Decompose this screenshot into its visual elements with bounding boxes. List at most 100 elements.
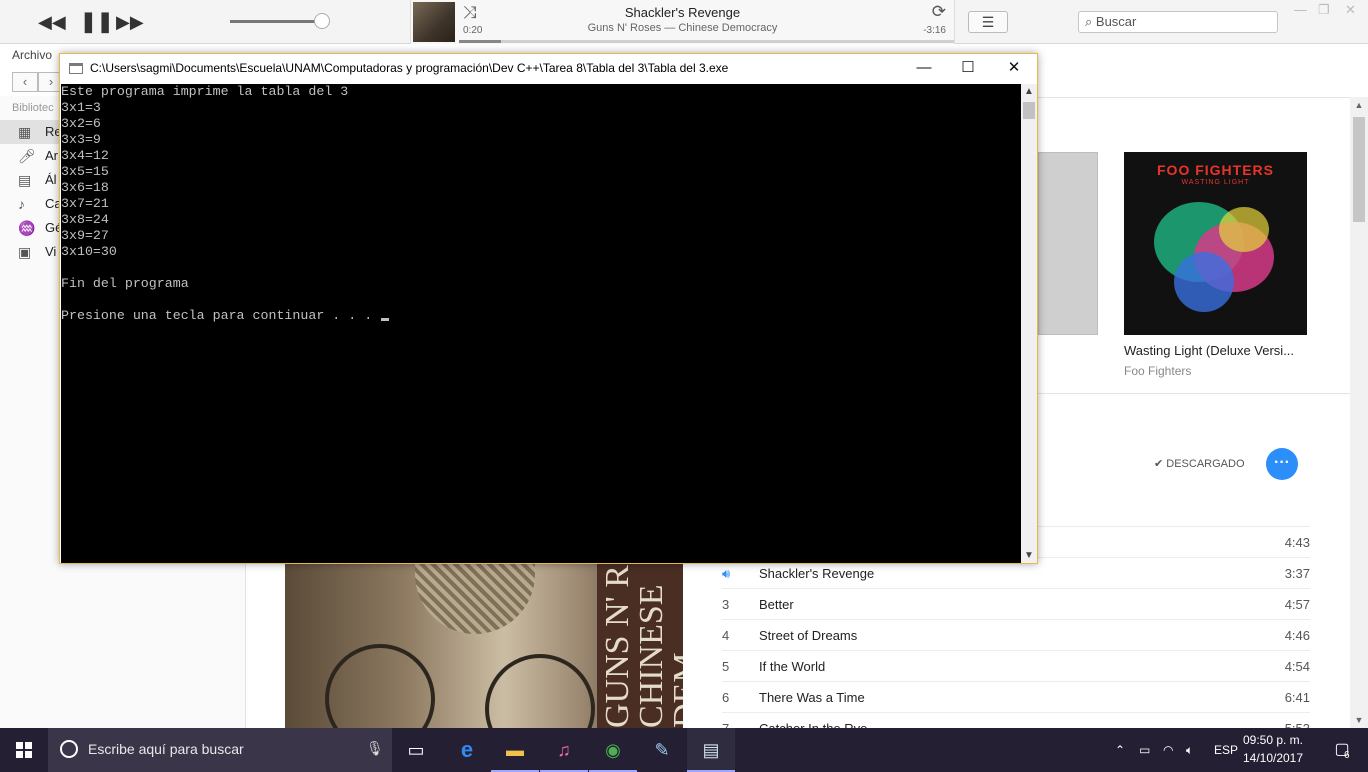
clock-date: 14/10/2017 [1242, 751, 1304, 765]
pause-icon[interactable]: ❚❚ [80, 10, 114, 34]
taskbar: Escribe aquí para buscar 🎙︎ ▭ e ▬ ♫ ◉ ✎ … [0, 728, 1368, 772]
track-row[interactable]: 3 Better 4:57 [722, 588, 1310, 619]
console-line: 3x5=15 [61, 164, 109, 179]
track-number: 3 [722, 597, 730, 612]
track-row[interactable]: 6 There Was a Time 6:41 [722, 681, 1310, 712]
console-line: 3x4=12 [61, 148, 109, 163]
album-name[interactable]: Wasting Light (Deluxe Versi... [1124, 343, 1294, 358]
task-view-icon[interactable]: ▭ [392, 728, 440, 772]
cortana-icon [60, 740, 78, 758]
sidebar-header: Bibliotec [12, 102, 54, 114]
track-number: 6 [722, 690, 730, 705]
sidebar-item-artists[interactable]: 🎤︎ Ar [0, 144, 60, 168]
more-options-button[interactable]: ··· [1266, 448, 1298, 480]
track-duration: 4:57 [1284, 597, 1310, 612]
artwork-basket [415, 564, 535, 634]
sidebar-item-albums[interactable]: ▤ Ál [0, 168, 60, 192]
speaker-icon[interactable]: 🔈︎ [1186, 728, 1193, 772]
itunes-scrollbar[interactable]: ▲ ▼ [1350, 97, 1368, 728]
sidebar-item-label: Vi [45, 244, 57, 259]
track-duration: 6:41 [1284, 690, 1310, 705]
album-artist[interactable]: Foo Fighters [1124, 364, 1191, 378]
taskbar-search-box[interactable]: Escribe aquí para buscar 🎙︎ [48, 728, 392, 772]
video-icon: ▣ [18, 244, 32, 260]
sidebar-item-recent[interactable]: ▦ Re [0, 120, 62, 144]
console-line: Este programa imprime la tabla del 3 [61, 84, 349, 99]
track-duration: 3:37 [1284, 566, 1310, 581]
file-explorer-icon[interactable]: ▬ [491, 728, 539, 772]
music-note-icon: ♪ [18, 196, 25, 212]
remaining-time: -3:16 [923, 25, 946, 36]
itunes-close-icon[interactable]: ✕ [1345, 2, 1356, 18]
console-line: 3x8=24 [61, 212, 109, 227]
scroll-thumb[interactable] [1023, 102, 1035, 119]
track-name: If the World [759, 659, 826, 674]
now-playing-display: ⤨ Shackler's Revenge Guns N' Roses — Chi… [410, 0, 955, 44]
console-output[interactable]: Este programa imprime la tabla del 3 3x1… [61, 84, 1021, 563]
language-indicator[interactable]: ESP [1214, 728, 1238, 772]
itunes-minimize-icon[interactable]: — [1294, 2, 1307, 17]
start-button[interactable] [0, 728, 48, 772]
taskbar-clock[interactable]: 09:50 p. m. 14/10/2017 [1240, 731, 1306, 767]
volume-knob[interactable] [314, 13, 330, 29]
album-cover-partial[interactable] [1038, 152, 1098, 335]
back-button[interactable]: ‹ [12, 72, 38, 92]
repeat-icon[interactable]: ⟳ [932, 2, 946, 22]
console-scrollbar[interactable]: ▲ ▼ [1021, 84, 1037, 563]
sidebar-item-genres[interactable]: ♒ Gé [0, 216, 62, 240]
scroll-down-icon[interactable]: ▼ [1021, 550, 1037, 561]
close-button[interactable]: ✕ [991, 54, 1037, 83]
sidebar-item-label: Ar [45, 148, 58, 163]
album-cover-wasting-light[interactable]: FOO FIGHTERS WASTING LIGHT [1124, 152, 1307, 335]
track-duration: 4:43 [1284, 535, 1310, 550]
chrome-icon[interactable]: ◉ [589, 728, 637, 772]
sidebar-item-videos[interactable]: ▣ Vi [0, 240, 60, 264]
scroll-down-icon[interactable]: ▼ [1350, 715, 1368, 725]
search-icon: ⌕ [1085, 14, 1093, 29]
minimize-icon: — [916, 59, 932, 76]
console-titlebar[interactable]: C:\Users\sagmi\Documents\Escuela\UNAM\Co… [60, 54, 1037, 83]
fast-forward-icon[interactable]: ▶▶ [116, 10, 144, 34]
track-row[interactable]: 7 Catcher In the Rye 5:53 [722, 712, 1310, 728]
volume-slider[interactable] [230, 20, 324, 23]
rewind-icon[interactable]: ◀◀ [38, 10, 66, 34]
downloaded-status: ✔ DESCARGADO [1154, 457, 1245, 470]
list-icon: ☰ [981, 14, 995, 30]
itunes-icon[interactable]: ♫ [540, 728, 588, 772]
console-window: C:\Users\sagmi\Documents\Escuela\UNAM\Co… [59, 53, 1038, 564]
console-line: 3x1=3 [61, 100, 101, 115]
maximize-button[interactable]: ☐ [945, 54, 991, 83]
wifi-icon[interactable]: ◠ [1163, 728, 1173, 772]
microphone-icon: 🎤︎ [18, 148, 36, 164]
menu-archivo[interactable]: Archivo [0, 45, 60, 65]
scroll-up-icon[interactable]: ▲ [1021, 86, 1037, 97]
playback-progress[interactable] [459, 40, 954, 43]
maximize-icon: ☐ [961, 59, 975, 76]
paint-icon[interactable]: ✎ [638, 728, 686, 772]
itunes-search-placeholder: Buscar [1095, 14, 1137, 29]
notification-count: 6 [1344, 750, 1350, 761]
downloaded-label: DESCARGADO [1166, 458, 1245, 470]
sidebar-item-songs[interactable]: ♪ Ca [0, 192, 62, 216]
itunes-search-input[interactable]: ⌕ Buscar [1078, 11, 1278, 33]
now-playing-subtitle: Guns N' Roses — Chinese Democracy [587, 22, 778, 34]
track-row[interactable]: 5 If the World 4:54 [722, 650, 1310, 681]
chevron-up-icon[interactable]: ⌃ [1115, 728, 1125, 772]
text-cursor [381, 318, 390, 321]
console-line: 3x6=18 [61, 180, 109, 195]
itunes-maximize-icon[interactable]: ❐ [1318, 2, 1330, 18]
scroll-thumb[interactable] [1353, 117, 1365, 222]
chevron-left-icon: ‹ [22, 74, 28, 89]
console-app-icon[interactable]: ▤ [687, 728, 735, 772]
action-center-button[interactable]: ▢ 6 [1322, 728, 1362, 772]
scroll-up-icon[interactable]: ▲ [1350, 100, 1368, 110]
edge-icon[interactable]: e [443, 728, 491, 772]
up-next-button[interactable]: ☰ [968, 11, 1008, 33]
track-row[interactable]: 4 Street of Dreams 4:46 [722, 619, 1310, 650]
itunes-toolbar: ◀◀ ❚❚ ▶▶ ⤨ Shackler's Revenge Guns N' Ro… [0, 0, 1368, 44]
minimize-button[interactable]: — [901, 54, 947, 83]
battery-icon[interactable]: ▭ [1139, 728, 1150, 772]
console-prompt-line: Presione una tecla para continuar . . . [61, 308, 390, 324]
console-line: 3x2=6 [61, 116, 101, 131]
microphone-icon[interactable]: 🎙︎ [366, 740, 384, 757]
